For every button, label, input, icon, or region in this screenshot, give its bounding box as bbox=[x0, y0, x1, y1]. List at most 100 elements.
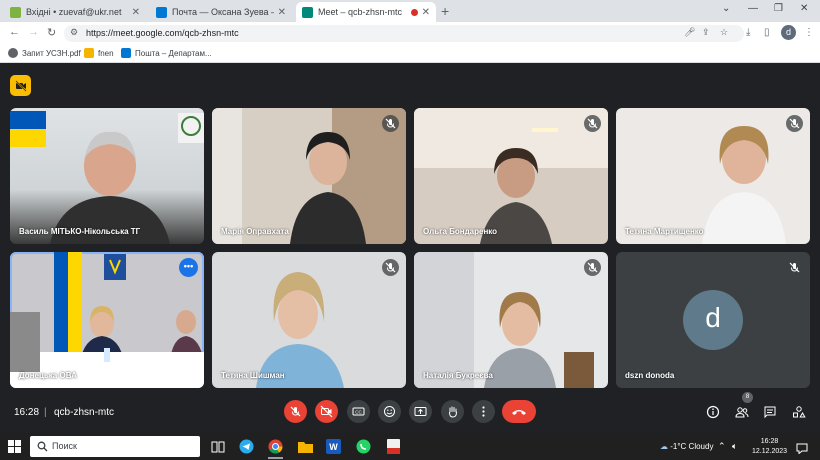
clock-time: 16:28 bbox=[760, 438, 779, 445]
participant-tile[interactable]: d dszn donoda bbox=[616, 252, 810, 388]
captions-button[interactable]: CC bbox=[347, 400, 370, 423]
recording-icon bbox=[410, 8, 418, 16]
participant-tile[interactable]: ••• Донецька ОВА bbox=[10, 252, 204, 388]
mic-toggle-button[interactable] bbox=[284, 400, 307, 423]
more-options-button[interactable] bbox=[472, 400, 495, 423]
tray-chevron-icon[interactable]: ⌃ bbox=[718, 441, 726, 452]
emoji-icon bbox=[384, 406, 395, 417]
camera-off-icon bbox=[320, 405, 333, 418]
bookmark-label: fnen bbox=[98, 48, 114, 58]
captions-off-badge[interactable] bbox=[10, 75, 31, 96]
download-icon[interactable]: ⤓ bbox=[746, 27, 750, 38]
tab-search-icon[interactable]: ⌄ bbox=[722, 3, 730, 14]
meet-stage: Василь МІТЬКО-Нікольська ТГ Марія Оправх… bbox=[0, 63, 820, 433]
chrome-icon[interactable] bbox=[266, 437, 285, 459]
video-frame bbox=[10, 111, 204, 244]
site-info-icon[interactable]: ⚙ bbox=[70, 27, 78, 38]
people-icon bbox=[734, 406, 748, 417]
mic-off-icon bbox=[382, 259, 399, 276]
participant-tile[interactable]: Марія Оправхата bbox=[212, 108, 406, 244]
weather-widget[interactable]: ☁ -1°C Cloudy bbox=[660, 442, 713, 451]
participant-name: dszn donoda bbox=[625, 371, 675, 380]
participant-tile[interactable]: Василь МІТЬКО-Нікольська ТГ bbox=[10, 108, 204, 244]
new-tab-button[interactable]: + bbox=[441, 3, 449, 19]
outlook-icon bbox=[156, 6, 167, 18]
bookmark-item[interactable]: Запит УСЗН.pdf bbox=[8, 48, 81, 58]
activities-button[interactable] bbox=[789, 402, 808, 421]
present-screen-icon bbox=[414, 407, 427, 416]
info-icon bbox=[706, 405, 719, 418]
ukr-net-icon bbox=[10, 6, 21, 18]
leave-call-button[interactable] bbox=[502, 400, 536, 423]
chat-button[interactable] bbox=[760, 402, 779, 421]
volume-icon[interactable]: 🔈︎ bbox=[732, 441, 737, 452]
pdf-viewer-icon[interactable] bbox=[384, 437, 403, 456]
menu-icon[interactable]: ⋮ bbox=[804, 27, 814, 38]
forward-icon[interactable]: → bbox=[28, 26, 39, 38]
tab-outlook[interactable]: Почта — Оксана Зуева — Outl ✕ bbox=[150, 2, 292, 22]
participant-name: Тетяна Шишман bbox=[221, 371, 285, 380]
meet-icon bbox=[302, 6, 313, 18]
people-button[interactable] bbox=[732, 402, 751, 421]
file-explorer-icon[interactable] bbox=[296, 437, 315, 456]
reload-icon[interactable]: ↻ bbox=[47, 26, 56, 39]
close-icon[interactable]: ✕ bbox=[278, 7, 286, 18]
participant-tile[interactable]: Наталія Букреєва bbox=[414, 252, 608, 388]
bookmark-folder[interactable]: fnen bbox=[84, 48, 114, 58]
present-button[interactable] bbox=[409, 400, 432, 423]
search-icon bbox=[37, 441, 48, 452]
minimize-icon[interactable]: — bbox=[748, 3, 758, 14]
activities-icon bbox=[792, 405, 806, 417]
sidepanel-icon[interactable]: ▯ bbox=[764, 27, 770, 38]
windows-start-icon[interactable] bbox=[8, 440, 21, 458]
bookmark-item[interactable]: Пошта – Департам... bbox=[121, 48, 212, 58]
meeting-details-button[interactable] bbox=[703, 402, 722, 421]
outlook-icon bbox=[121, 48, 131, 58]
participant-name: Марія Оправхата bbox=[221, 227, 289, 236]
restore-icon[interactable]: ❐ bbox=[774, 3, 783, 14]
more-options-icon[interactable]: ••• bbox=[179, 258, 198, 277]
window-close-icon[interactable]: ✕ bbox=[800, 3, 808, 14]
system-clock[interactable]: 16:28 12.12.2023 bbox=[752, 437, 787, 457]
taskbar-search[interactable]: Поиск bbox=[30, 436, 200, 457]
reactions-button[interactable] bbox=[378, 400, 401, 423]
avatar: d bbox=[683, 290, 743, 350]
share-icon[interactable]: ⇪ bbox=[702, 27, 710, 38]
svg-text:W: W bbox=[329, 442, 338, 452]
close-icon[interactable]: ✕ bbox=[132, 7, 140, 18]
profile-avatar[interactable]: d bbox=[781, 25, 796, 40]
raise-hand-button[interactable] bbox=[441, 400, 464, 423]
mic-off-icon bbox=[786, 115, 803, 132]
participant-tile[interactable]: Ольга Бондаренко bbox=[414, 108, 608, 244]
url-text: https://meet.google.com/qcb-zhsn-mtc bbox=[86, 28, 239, 38]
bookmark-star-icon[interactable]: ☆ bbox=[720, 27, 728, 38]
tab-title: Почта — Оксана Зуева — Outl bbox=[172, 7, 274, 17]
tab-ukr-mail[interactable]: Вхідні • zuevaf@ukr.net ✕ bbox=[4, 2, 146, 22]
video-frame bbox=[10, 252, 204, 388]
video-frame bbox=[414, 108, 608, 244]
people-count-badge: 8 bbox=[742, 392, 753, 403]
tab-strip: Вхідні • zuevaf@ukr.net ✕ Почта — Оксана… bbox=[0, 0, 820, 22]
meeting-time: 16:28 bbox=[14, 407, 40, 418]
svg-text:CC: CC bbox=[355, 410, 362, 415]
toolbar: ← → ↻ ⚙ https://meet.google.com/qcb-zhsn… bbox=[0, 22, 820, 44]
task-view-icon[interactable] bbox=[208, 437, 227, 456]
mic-icon[interactable]: 🎤︎ bbox=[684, 27, 695, 38]
camera-toggle-button[interactable] bbox=[315, 400, 338, 423]
globe-icon bbox=[8, 48, 18, 58]
word-icon[interactable]: W bbox=[324, 437, 343, 456]
participant-tile[interactable]: Тетяна Шишман bbox=[212, 252, 406, 388]
captions-icon: CC bbox=[352, 407, 365, 416]
bookmark-label: Пошта – Департам... bbox=[135, 48, 212, 58]
address-bar[interactable]: ⚙ https://meet.google.com/qcb-zhsn-mtc 🎤… bbox=[64, 25, 744, 42]
tab-meet[interactable]: Meet – qcb-zhsn-mtc ✕ bbox=[296, 2, 436, 22]
back-icon[interactable]: ← bbox=[9, 26, 20, 38]
no-video-icon bbox=[14, 79, 27, 92]
whatsapp-icon[interactable] bbox=[354, 437, 373, 456]
video-frame bbox=[702, 126, 786, 244]
telegram-icon[interactable] bbox=[237, 437, 256, 456]
mic-off-icon bbox=[584, 115, 601, 132]
participant-tile[interactable]: Тетяна Мартищенко bbox=[616, 108, 810, 244]
notifications-icon[interactable] bbox=[796, 441, 808, 459]
close-icon[interactable]: ✕ bbox=[422, 7, 430, 18]
